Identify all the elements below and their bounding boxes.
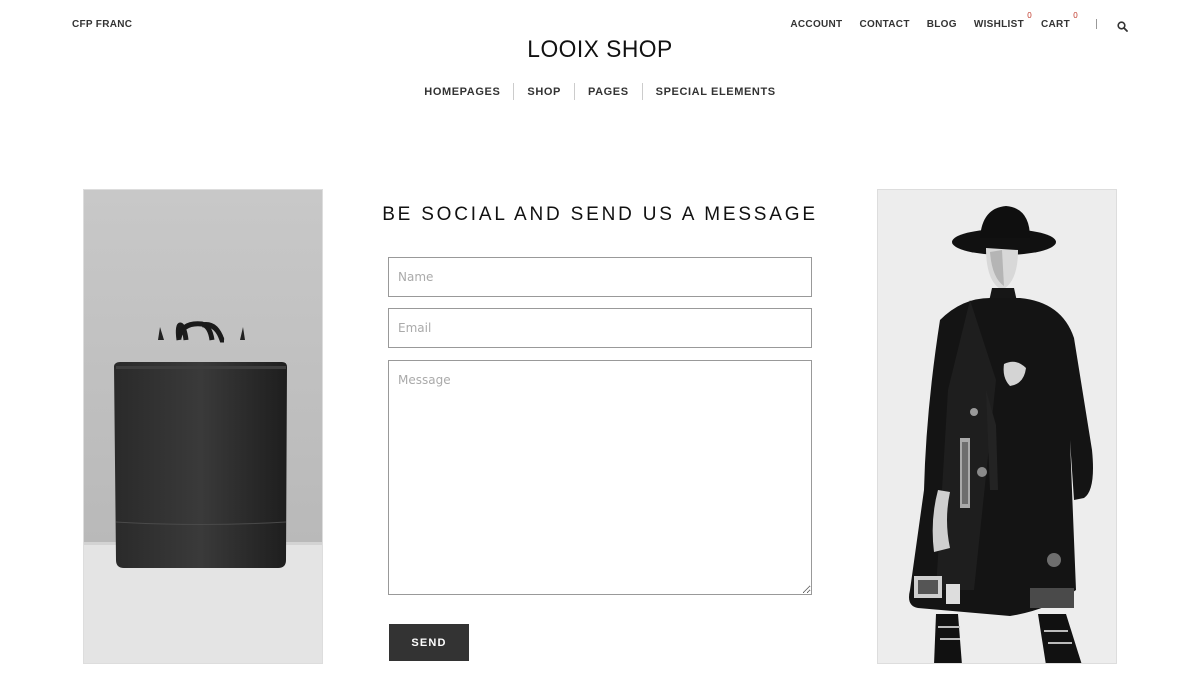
search-icon[interactable]	[1117, 19, 1128, 32]
fashion-model-image	[877, 189, 1117, 664]
name-field[interactable]	[388, 257, 812, 297]
main-navigation: HOMEPAGES SHOP PAGES SPECIAL ELEMENTS	[0, 83, 1200, 100]
wishlist-link-label: WISHLIST	[973, 18, 1025, 30]
email-field[interactable]	[388, 308, 812, 348]
blog-link[interactable]: BLOG	[927, 19, 957, 30]
cart-link-label: CART	[1041, 18, 1070, 30]
nav-item-homepages[interactable]: HOMEPAGES	[411, 86, 513, 98]
account-link[interactable]: ACCOUNT	[790, 19, 842, 30]
wishlist-count-badge: 0	[1027, 10, 1033, 20]
message-field[interactable]	[388, 360, 812, 595]
nav-item-special-elements[interactable]: SPECIAL ELEMENTS	[643, 86, 789, 98]
contact-link-label: CONTACT	[859, 18, 910, 30]
account-link-label: ACCOUNT	[790, 18, 843, 30]
wishlist-link[interactable]: WISHLIST 0	[973, 11, 1032, 30]
site-logo[interactable]: LOOIX SHOP	[30, 36, 1170, 64]
cart-link[interactable]: CART 0	[1041, 11, 1078, 30]
contact-link[interactable]: CONTACT	[859, 19, 909, 30]
nav-item-pages[interactable]: PAGES	[575, 86, 642, 98]
cart-count-badge: 0	[1073, 10, 1078, 20]
backpack-image	[83, 189, 323, 664]
nav-item-shop[interactable]: SHOP	[514, 86, 574, 98]
blog-link-label: BLOG	[926, 18, 957, 30]
send-button[interactable]: SEND	[389, 624, 469, 661]
top-navigation: ACCOUNT CONTACT BLOG WISHLIST 0 CART 0	[790, 11, 1128, 32]
nav-divider	[1096, 19, 1097, 29]
currency-selector[interactable]: CFP FRANC	[72, 19, 132, 30]
